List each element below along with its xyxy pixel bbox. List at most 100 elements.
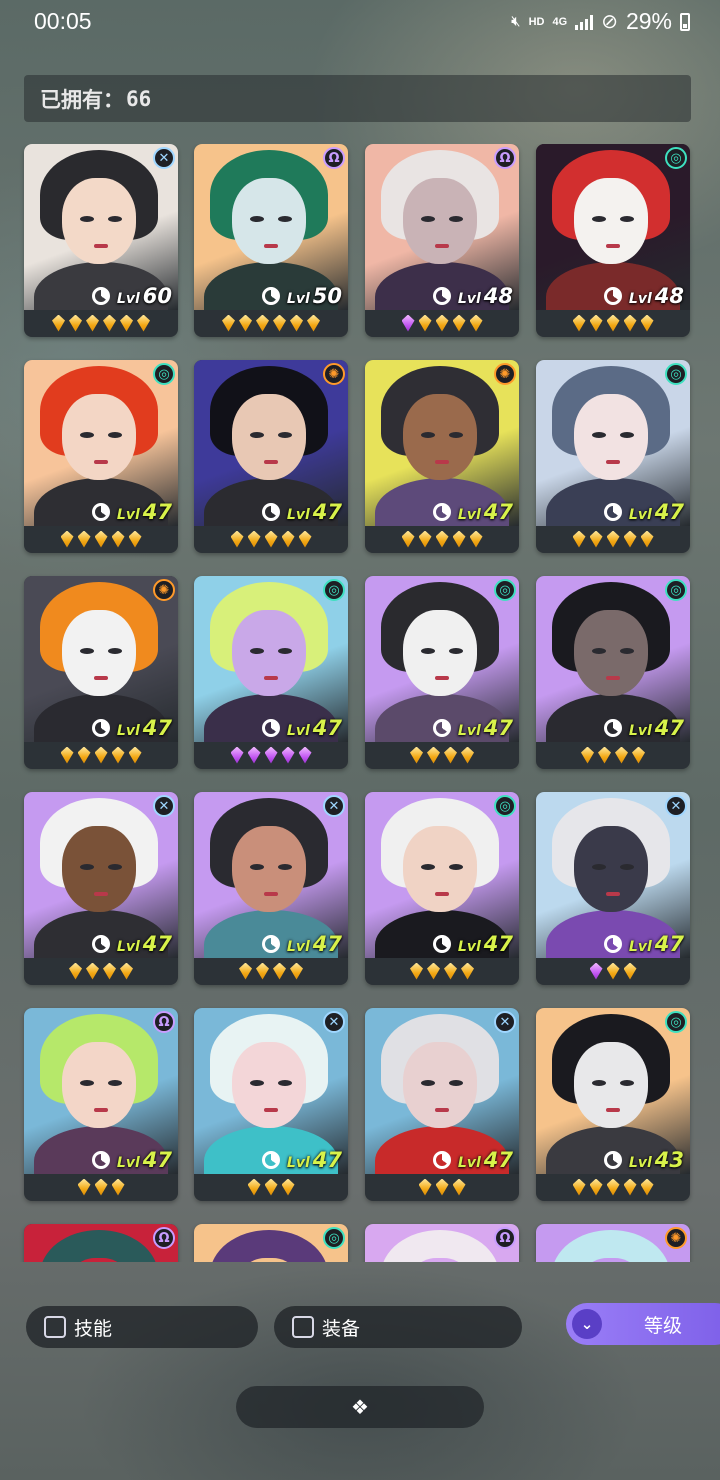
level-number: 47 bbox=[654, 716, 684, 740]
status-time: 00:05 bbox=[34, 8, 92, 34]
star-gem-icon bbox=[435, 1178, 449, 1196]
hero-card[interactable]: ◎ bbox=[194, 1224, 348, 1262]
star-gem-icon bbox=[69, 314, 82, 332]
hero-card[interactable]: ✕ Lvl 47 bbox=[365, 1008, 519, 1201]
star-gem-icon bbox=[640, 314, 654, 332]
star-gem-icon bbox=[418, 1178, 432, 1196]
battery-percent: 29% bbox=[625, 8, 672, 34]
spiral-class-icon: ◎ bbox=[665, 579, 687, 601]
hero-card[interactable]: ◎ Lvl 47 bbox=[536, 576, 690, 769]
star-gem-icon bbox=[86, 314, 99, 332]
hero-card[interactable]: ✕ Lvl 47 bbox=[194, 1008, 348, 1201]
collapse-button[interactable]: ❖ bbox=[236, 1386, 484, 1428]
star-gem-icon bbox=[589, 962, 603, 980]
hero-star-rating bbox=[365, 960, 519, 982]
level-prefix: Lvl bbox=[628, 939, 652, 955]
hero-level: Lvl 50 bbox=[261, 284, 342, 308]
star-gem-icon bbox=[452, 314, 466, 332]
level-number: 43 bbox=[654, 1148, 684, 1172]
star-gem-icon bbox=[572, 1178, 586, 1196]
hero-card[interactable]: Ω Lvl 50 bbox=[194, 144, 348, 337]
signal-icon bbox=[575, 14, 594, 30]
star-gem-icon bbox=[247, 530, 261, 548]
spiral-class-icon: ◎ bbox=[665, 1011, 687, 1033]
hero-card[interactable]: ◎ Lvl 48 bbox=[536, 144, 690, 337]
star-gem-icon bbox=[401, 530, 415, 548]
star-gem-icon bbox=[264, 1178, 278, 1196]
cross-class-icon: ✕ bbox=[153, 795, 175, 817]
spiral-class-icon: ◎ bbox=[665, 147, 687, 169]
star-gem-icon bbox=[120, 314, 133, 332]
hero-card[interactable]: ◎ Lvl 47 bbox=[365, 576, 519, 769]
hero-card[interactable]: Ω Lvl 47 bbox=[24, 1008, 178, 1201]
star-gem-icon bbox=[247, 746, 261, 764]
level-prefix: Lvl bbox=[116, 723, 140, 739]
hero-level: Lvl 47 bbox=[261, 500, 342, 524]
hero-card[interactable]: ◎ Lvl 43 bbox=[536, 1008, 690, 1201]
star-gem-icon bbox=[128, 746, 142, 764]
hero-card[interactable]: ✕ Lvl 60 bbox=[24, 144, 178, 337]
spiral-class-icon: ◎ bbox=[665, 363, 687, 385]
level-progress-icon bbox=[603, 503, 622, 521]
hero-star-rating bbox=[24, 312, 178, 334]
hero-grid: ✕ Lvl 60 Ω Lvl 50 Ω Lvl 48 ◎ Lvl 48 ◎ Lvl 47 ✺ Lvl 47 ✺ Lvl… bbox=[0, 144, 720, 1262]
level-progress-icon bbox=[603, 935, 622, 953]
hero-card[interactable]: ✕ Lvl 47 bbox=[536, 792, 690, 985]
level-number: 47 bbox=[483, 716, 513, 740]
hero-card[interactable]: ✺ Lvl 47 bbox=[194, 360, 348, 553]
hero-level: Lvl 47 bbox=[432, 932, 513, 956]
star-gem-icon bbox=[589, 530, 603, 548]
hero-card[interactable]: ✕ Lvl 47 bbox=[194, 792, 348, 985]
star-gem-icon bbox=[111, 530, 125, 548]
star-gem-icon bbox=[273, 314, 286, 332]
star-gem-icon bbox=[435, 314, 449, 332]
hero-card[interactable]: Ω Lvl 48 bbox=[365, 144, 519, 337]
equipment-filter-toggle[interactable]: 装备 bbox=[274, 1306, 522, 1348]
star-gem-icon bbox=[298, 746, 312, 764]
hero-card[interactable]: Ω bbox=[24, 1224, 178, 1262]
sort-by-level-button[interactable]: ⌄ 等级 bbox=[566, 1303, 720, 1345]
level-number: 47 bbox=[654, 500, 684, 524]
hero-card[interactable]: ◎ Lvl 47 bbox=[365, 792, 519, 985]
level-progress-icon bbox=[261, 1151, 280, 1169]
star-gem-icon bbox=[69, 962, 82, 980]
hero-card[interactable]: ✕ Lvl 47 bbox=[24, 792, 178, 985]
owned-label: 已拥有： bbox=[40, 87, 124, 112]
level-progress-icon bbox=[261, 719, 280, 737]
hero-card[interactable]: Ω bbox=[365, 1224, 519, 1262]
level-progress-icon bbox=[432, 935, 451, 953]
hero-star-rating bbox=[536, 528, 690, 550]
hero-level: Lvl 47 bbox=[91, 500, 172, 524]
hero-star-rating bbox=[365, 312, 519, 334]
hero-card[interactable]: ✺ Lvl 47 bbox=[24, 576, 178, 769]
star-gem-icon bbox=[606, 530, 620, 548]
level-progress-icon bbox=[91, 503, 110, 521]
status-bar: 00:05 🔇︎ HD 4G ⊘ 29% bbox=[0, 0, 720, 44]
hero-level: Lvl 47 bbox=[603, 716, 684, 740]
hero-card[interactable]: ◎ Lvl 47 bbox=[194, 576, 348, 769]
level-number: 48 bbox=[654, 284, 684, 308]
star-gem-icon bbox=[103, 962, 116, 980]
star-gem-icon bbox=[239, 314, 252, 332]
hero-star-rating bbox=[365, 744, 519, 766]
hero-level: Lvl 47 bbox=[603, 500, 684, 524]
cross-class-icon: ✕ bbox=[665, 795, 687, 817]
equipment-checkbox[interactable] bbox=[292, 1316, 314, 1338]
skill-checkbox[interactable] bbox=[44, 1316, 66, 1338]
hero-card[interactable]: ◎ Lvl 47 bbox=[24, 360, 178, 553]
hero-card[interactable]: ✺ Lvl 47 bbox=[365, 360, 519, 553]
hero-card[interactable]: ◎ Lvl 47 bbox=[536, 360, 690, 553]
level-number: 47 bbox=[483, 500, 513, 524]
star-gem-icon bbox=[60, 746, 74, 764]
star-gem-icon bbox=[410, 962, 423, 980]
star-gem-icon bbox=[298, 530, 312, 548]
star-gem-icon bbox=[461, 746, 474, 764]
star-gem-icon bbox=[452, 530, 466, 548]
hero-card[interactable]: ✺ bbox=[536, 1224, 690, 1262]
level-number: 50 bbox=[312, 284, 342, 308]
star-gem-icon bbox=[606, 314, 620, 332]
level-prefix: Lvl bbox=[116, 939, 140, 955]
skill-filter-toggle[interactable]: 技能 bbox=[26, 1306, 258, 1348]
network-type-label: 4G bbox=[552, 15, 568, 28]
hero-star-rating bbox=[536, 744, 690, 766]
